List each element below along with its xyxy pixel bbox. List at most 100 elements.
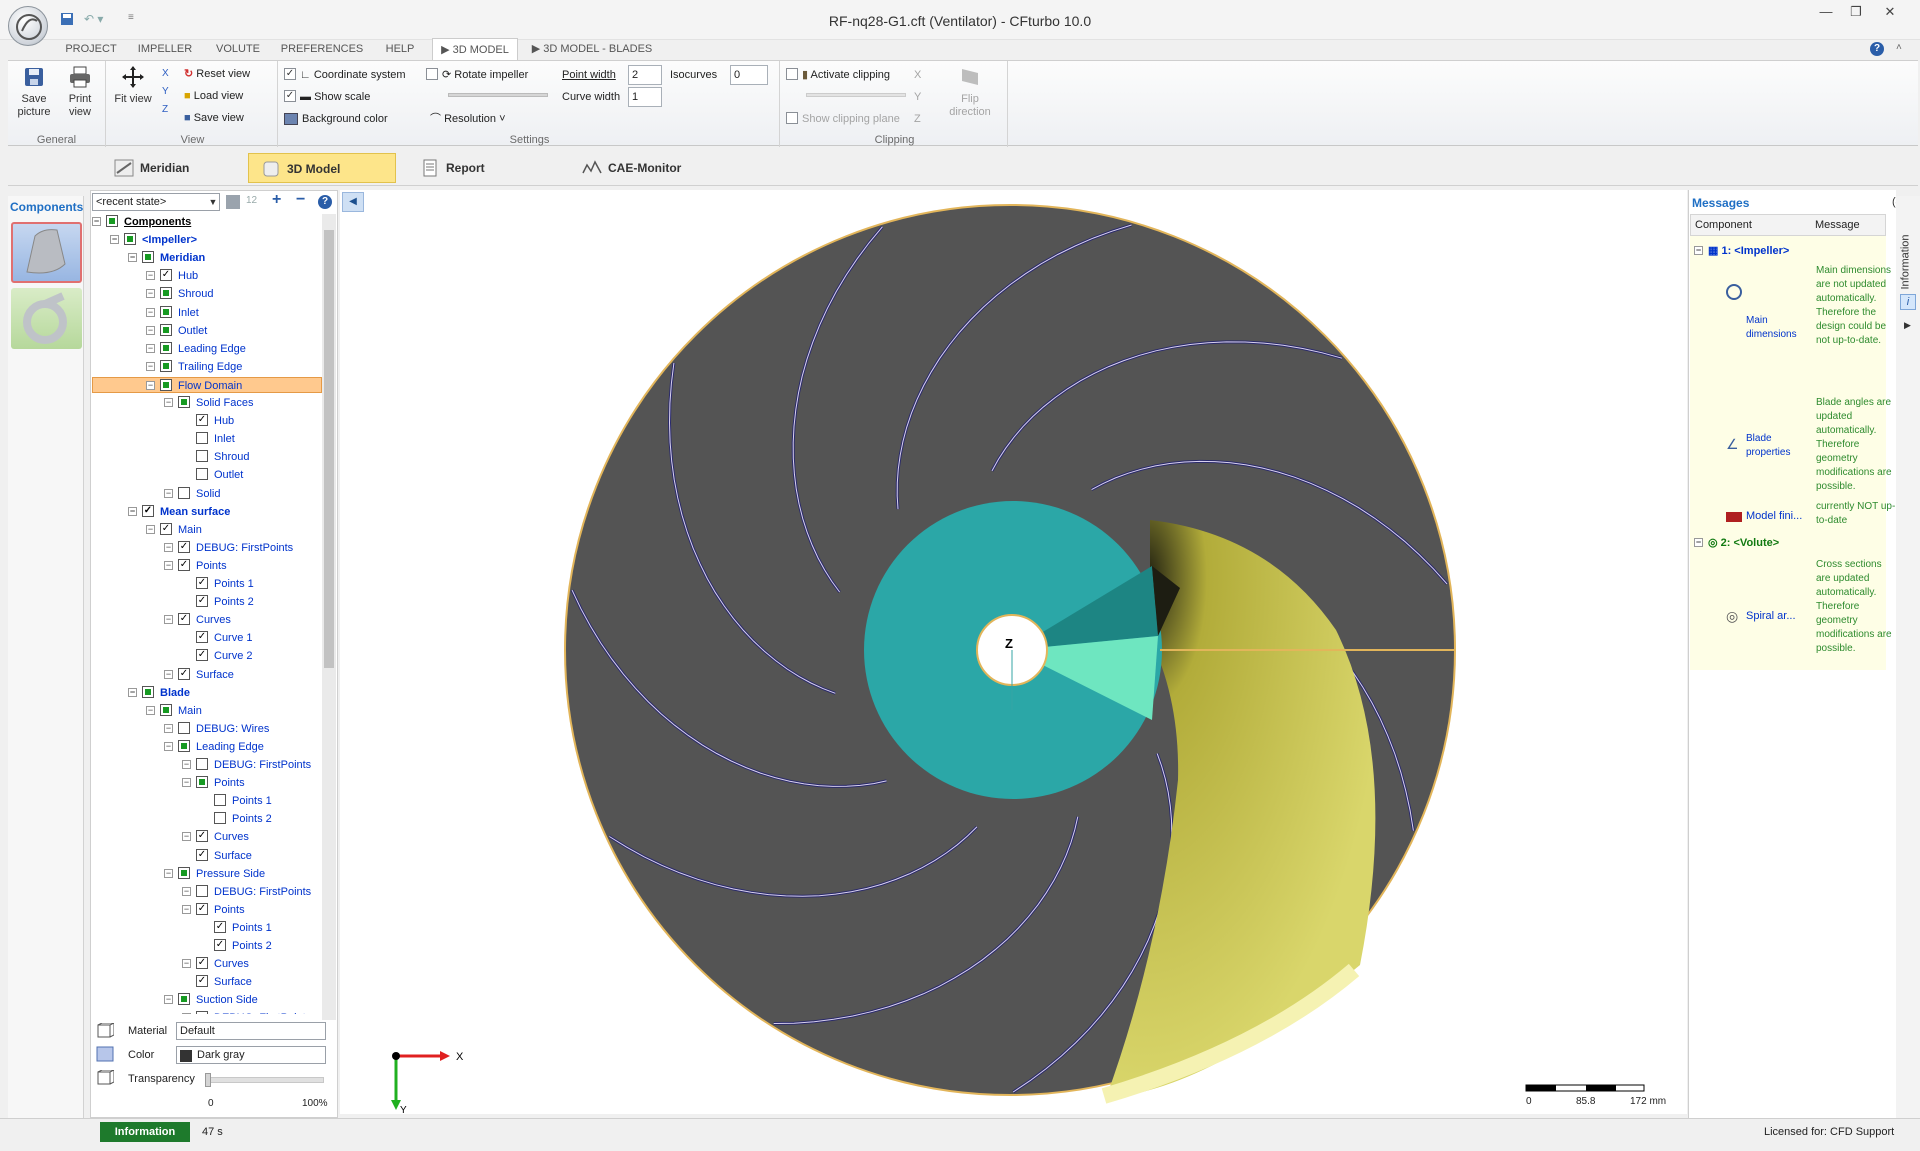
print-view-button[interactable]: Print view (58, 65, 102, 119)
show-scale-toggle[interactable]: ✓ ▬ Show scale (284, 89, 370, 105)
message-component-model-finish[interactable]: Model fini... (1746, 510, 1802, 522)
tree-checkbox[interactable]: ✓ (196, 957, 208, 970)
tree-node[interactable]: ✓ Points 2 (182, 594, 254, 610)
tree-checkbox[interactable] (196, 776, 208, 789)
tree-node[interactable]: − Pressure Side (164, 866, 265, 882)
tree-checkbox[interactable] (142, 686, 154, 699)
tree-node[interactable]: Shroud (182, 449, 249, 465)
expand-all-icon[interactable]: + (272, 191, 281, 209)
tree-checkbox[interactable]: ✓ (178, 559, 190, 572)
clip-axis-x-icon[interactable]: X (914, 67, 921, 83)
tree-checkbox[interactable]: ✓ (196, 631, 208, 644)
tab-3d-model[interactable]: ▶ 3D MODEL (432, 38, 518, 60)
tree-checkbox[interactable] (196, 468, 208, 481)
resolution-dropdown[interactable]: ⌒ Resolution ˅ (430, 111, 506, 127)
tree-checkbox[interactable] (142, 251, 154, 264)
tree-node[interactable]: Points 1 (200, 793, 272, 809)
tree-node[interactable]: − <Impeller> (110, 232, 197, 248)
view-tab-cae-monitor[interactable]: CAE-Monitor (570, 153, 730, 183)
tree-expander-icon[interactable]: − (164, 397, 173, 407)
tree-expander-icon[interactable]: − (164, 994, 173, 1004)
tree-expander-icon[interactable]: − (182, 958, 191, 968)
tree-expander-icon[interactable]: − (128, 506, 137, 516)
tree-checkbox[interactable]: ✓ (196, 830, 208, 843)
tree-node[interactable]: − DEBUG: Wires (164, 721, 269, 737)
tree-checkbox[interactable] (196, 1011, 208, 1014)
tree-expander-icon[interactable]: − (164, 560, 173, 570)
view-tab-3d-model[interactable]: 3D Model (248, 153, 396, 183)
tree-checkbox[interactable] (178, 993, 190, 1006)
tree-expander-icon[interactable]: − (146, 325, 155, 335)
tree-expander-icon[interactable]: − (146, 361, 155, 371)
tree-node[interactable]: − Meridian (128, 250, 205, 266)
tree-checkbox[interactable]: ✓ (142, 505, 154, 518)
curve-width-spinner[interactable]: 1 (628, 87, 662, 107)
message-component-blade-properties[interactable]: Blade properties (1746, 432, 1806, 460)
tree-node[interactable]: − DEBUG: FirstPoints (182, 1010, 311, 1014)
view-tab-meridian[interactable]: Meridian (102, 153, 236, 183)
tree-checkbox[interactable] (160, 342, 172, 355)
tree-expander-icon[interactable]: − (182, 759, 191, 769)
tree-node[interactable]: − ✓ Main (146, 522, 202, 538)
tree-checkbox[interactable] (196, 885, 208, 898)
tree-expander-icon[interactable]: − (164, 741, 173, 751)
coordinate-system-checkbox[interactable]: ✓ (284, 68, 296, 81)
tree-checkbox[interactable]: ✓ (214, 921, 226, 934)
info-icon[interactable]: i (1900, 294, 1916, 310)
tree-node[interactable]: ✓ Points 2 (200, 938, 272, 954)
tree-node[interactable]: − Trailing Edge (146, 359, 242, 375)
tree-node[interactable]: − DEBUG: FirstPoints (182, 884, 311, 900)
tree-checkbox[interactable] (178, 722, 190, 735)
information-side-tab[interactable]: Information i ▶ (1896, 196, 1920, 1118)
tree-expander-icon[interactable]: − (146, 524, 155, 534)
tree-expander-icon[interactable]: − (164, 488, 173, 498)
tree-node[interactable]: − Shroud (146, 286, 213, 302)
3d-viewport[interactable]: Z X Y 0 85.8 172 mm (340, 190, 1687, 1116)
tree-node[interactable]: ✓ Surface (182, 848, 252, 864)
rotate-impeller-toggle[interactable]: ⟳ Rotate impeller (426, 67, 528, 83)
tree-node[interactable]: Inlet (182, 431, 235, 447)
show-scale-checkbox[interactable]: ✓ (284, 90, 296, 103)
tree-checkbox[interactable]: ✓ (178, 613, 190, 626)
tree-node[interactable]: ✓ Hub (182, 413, 234, 429)
tree-node[interactable]: − Inlet (146, 305, 199, 321)
tree-checkbox[interactable] (196, 432, 208, 445)
tree-node[interactable]: − Components (92, 214, 191, 230)
tree-node[interactable]: − ✓ Mean surface (128, 504, 230, 520)
save-picture-button[interactable]: Save picture (12, 65, 56, 119)
tree-checkbox[interactable]: ✓ (160, 523, 172, 536)
tree-checkbox[interactable]: ✓ (196, 849, 208, 862)
show-clipping-plane-toggle[interactable]: Show clipping plane (786, 111, 900, 127)
tree-expander-icon[interactable]: − (164, 868, 173, 878)
tree-checkbox[interactable] (160, 287, 172, 300)
tree-expander-icon[interactable]: − (182, 1012, 191, 1014)
tree-node[interactable]: Outlet (182, 467, 243, 483)
view-tab-report[interactable]: Report (408, 153, 558, 183)
clipping-position-slider[interactable] (806, 93, 906, 97)
tree-checkbox[interactable]: ✓ (196, 649, 208, 662)
message-group-impeller[interactable]: − ▦ 1: <Impeller> (1694, 244, 1789, 257)
minimize-button[interactable]: — (1812, 4, 1840, 20)
tree-expander-icon[interactable]: − (182, 831, 191, 841)
tree-node[interactable]: − Points (182, 775, 245, 791)
tree-node[interactable]: ✓ Curve 1 (182, 630, 253, 646)
tree-node[interactable]: − Suction Side (164, 992, 258, 1008)
tree-expander-icon[interactable]: − (146, 705, 155, 715)
message-group-volute[interactable]: − ◎ 2: <Volute> (1694, 536, 1779, 549)
tree-node[interactable]: − Outlet (146, 323, 207, 339)
expander-icon[interactable]: − (1694, 245, 1703, 255)
tree-node[interactable]: − Leading Edge (146, 341, 246, 357)
state-dropdown[interactable]: <recent state> (92, 193, 220, 211)
column-message[interactable]: Message (1815, 219, 1860, 231)
close-button[interactable]: ✕ (1876, 4, 1904, 20)
tree-checkbox[interactable] (196, 758, 208, 771)
message-component-spiral-area[interactable]: Spiral ar... (1746, 610, 1796, 622)
show-clipping-plane-checkbox[interactable] (786, 112, 798, 125)
tree-checkbox[interactable]: ✓ (178, 668, 190, 681)
tree-node[interactable]: − Main (146, 703, 202, 719)
tree-expander-icon[interactable]: − (182, 777, 191, 787)
tree-checkbox[interactable] (106, 215, 118, 228)
tree-checkbox[interactable] (160, 379, 172, 392)
activate-clipping-toggle[interactable]: ▮ Activate clipping (786, 67, 890, 83)
tree-node[interactable]: − ✓ DEBUG: FirstPoints (164, 540, 293, 556)
